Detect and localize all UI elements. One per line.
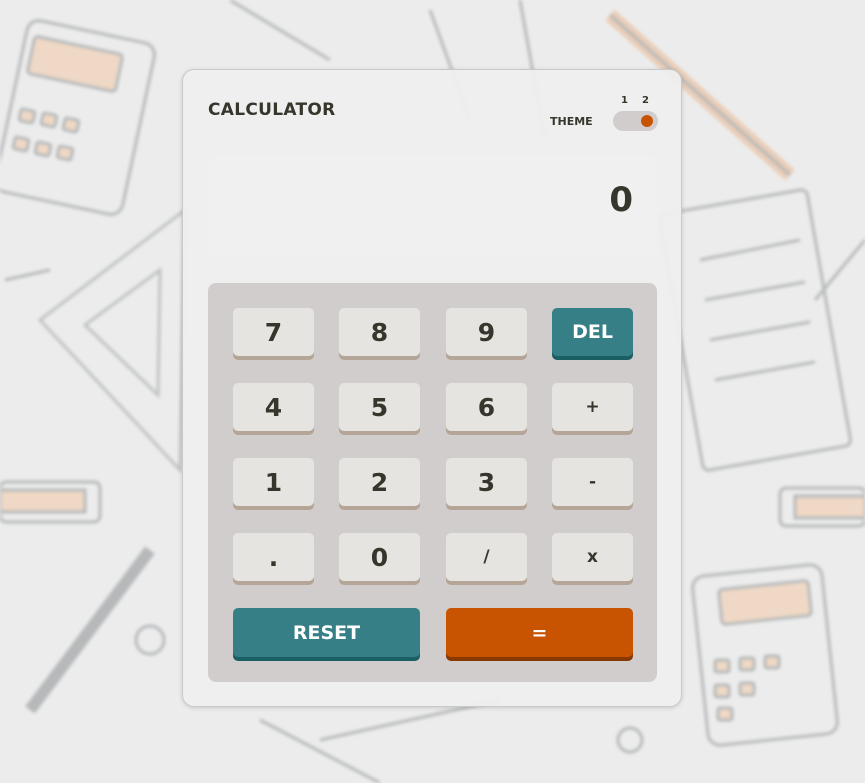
key-7[interactable]: 7	[233, 308, 314, 356]
key-6[interactable]: 6	[446, 383, 527, 431]
key-4[interactable]: 4	[233, 383, 314, 431]
key-minus[interactable]: -	[552, 458, 633, 506]
calculator-card: CALCULATOR THEME 1 2 0 7 8 9 DEL 4 5 6 +…	[182, 69, 682, 707]
key-8[interactable]: 8	[339, 308, 420, 356]
key-0[interactable]: 0	[339, 533, 420, 581]
display-value: 0	[609, 180, 633, 220]
theme-label: THEME	[550, 115, 593, 128]
reset-button[interactable]: RESET	[233, 608, 420, 657]
app-title: CALCULATOR	[208, 100, 336, 120]
key-5[interactable]: 5	[339, 383, 420, 431]
key-3[interactable]: 3	[446, 458, 527, 506]
key-plus[interactable]: +	[552, 383, 633, 431]
theme-option-2: 2	[642, 95, 649, 106]
equals-button[interactable]: =	[446, 608, 633, 657]
keypad: 7 8 9 DEL 4 5 6 + 1 2 3 - . 0 / x RESET …	[208, 283, 657, 682]
display-screen: 0	[208, 156, 657, 257]
key-1[interactable]: 1	[233, 458, 314, 506]
key-multiply[interactable]: x	[552, 533, 633, 581]
theme-toggle[interactable]	[613, 111, 658, 131]
key-decimal[interactable]: .	[233, 533, 314, 581]
key-divide[interactable]: /	[446, 533, 527, 581]
key-2[interactable]: 2	[339, 458, 420, 506]
theme-toggle-knob[interactable]	[641, 115, 653, 127]
key-9[interactable]: 9	[446, 308, 527, 356]
delete-button[interactable]: DEL	[552, 308, 633, 356]
theme-option-1: 1	[621, 95, 628, 106]
